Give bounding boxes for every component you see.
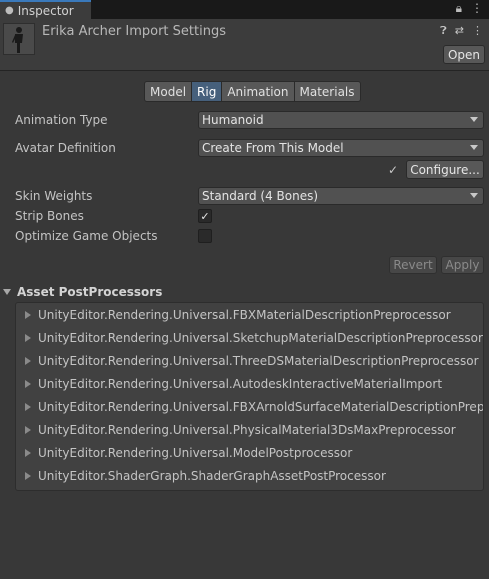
asset-postprocessors-foldout[interactable]: Asset PostProcessors xyxy=(3,285,162,299)
strip-bones-label: Strip Bones xyxy=(15,209,84,223)
list-item-label: UnityEditor.Rendering.Universal.ThreeDSM… xyxy=(38,354,479,368)
list-item[interactable]: UnityEditor.Rendering.Universal.ModelPos… xyxy=(25,443,352,463)
kebab-menu-icon[interactable]: ⋮ xyxy=(471,1,483,16)
skin-weights-label: Skin Weights xyxy=(15,189,93,203)
help-icon[interactable]: ❓︎ xyxy=(440,24,447,38)
foldout-collapsed-icon xyxy=(25,357,31,365)
list-item[interactable]: UnityEditor.Rendering.Universal.Autodesk… xyxy=(25,374,442,394)
avatar-definition-dropdown[interactable]: Create From This Model xyxy=(198,139,484,157)
lock-icon[interactable]: 🔒︎ xyxy=(456,1,462,16)
skin-weights-value: Standard (4 Bones) xyxy=(202,189,319,203)
info-icon: ● xyxy=(5,5,14,16)
list-item-label: UnityEditor.Rendering.Universal.FBXMater… xyxy=(38,308,451,322)
humanoid-figure-icon xyxy=(12,27,23,53)
avatar-definition-label: Avatar Definition xyxy=(15,141,116,155)
configure-button[interactable]: Configure... xyxy=(406,160,484,179)
list-item[interactable]: UnityEditor.Rendering.Universal.Sketchup… xyxy=(25,328,483,348)
checkmark-icon: ✓ xyxy=(200,209,210,223)
model-thumbnail xyxy=(3,23,35,55)
inspector-tab[interactable]: ● Inspector xyxy=(0,0,91,19)
import-settings-tabs: Model Rig Animation Materials xyxy=(144,81,361,102)
animation-type-label: Animation Type xyxy=(15,113,108,127)
chevron-down-icon xyxy=(470,145,478,150)
list-item[interactable]: UnityEditor.ShaderGraph.ShaderGraphAsset… xyxy=(25,466,386,486)
foldout-collapsed-icon xyxy=(25,472,31,480)
foldout-collapsed-icon xyxy=(25,449,31,457)
kebab-menu-icon[interactable]: ⋮ xyxy=(472,24,483,38)
optimize-game-objects-checkbox[interactable] xyxy=(198,229,212,243)
list-item-label: UnityEditor.ShaderGraph.ShaderGraphAsset… xyxy=(38,469,386,483)
foldout-collapsed-icon xyxy=(25,403,31,411)
inspector-tab-label: Inspector xyxy=(17,3,74,18)
preset-icon[interactable]: ⇄ xyxy=(455,24,464,38)
list-item[interactable]: UnityEditor.Rendering.Universal.FBXMater… xyxy=(25,305,451,325)
optimize-game-objects-label: Optimize Game Objects xyxy=(15,229,158,243)
animation-type-value: Humanoid xyxy=(202,113,264,127)
apply-button[interactable]: Apply xyxy=(441,256,484,274)
inspector-header: Erika Archer Import Settings ❓︎ ⇄ ⋮ Open xyxy=(0,19,489,71)
list-item-label: UnityEditor.Rendering.Universal.Autodesk… xyxy=(38,377,443,391)
avatar-valid-check-icon: ✓ xyxy=(388,163,399,177)
chevron-down-icon xyxy=(470,117,478,122)
skin-weights-dropdown[interactable]: Standard (4 Bones) xyxy=(198,187,484,205)
asset-postprocessors-title: Asset PostProcessors xyxy=(17,285,163,299)
page-title: Erika Archer Import Settings xyxy=(42,24,226,39)
foldout-collapsed-icon xyxy=(25,426,31,434)
chevron-down-icon xyxy=(470,193,478,198)
window-tab-bar: ● Inspector 🔒︎ ⋮ xyxy=(0,0,489,19)
foldout-expanded-icon xyxy=(3,289,11,295)
open-button[interactable]: Open xyxy=(443,45,485,64)
tab-animation[interactable]: Animation xyxy=(222,81,295,102)
list-item[interactable]: UnityEditor.Rendering.Universal.Physical… xyxy=(25,420,456,440)
list-item[interactable]: UnityEditor.Rendering.Universal.ThreeDSM… xyxy=(25,351,479,371)
list-item[interactable]: UnityEditor.Rendering.Universal.FBXArnol… xyxy=(25,397,484,417)
foldout-collapsed-icon xyxy=(25,334,31,342)
tab-rig[interactable]: Rig xyxy=(192,81,223,102)
foldout-collapsed-icon xyxy=(25,380,31,388)
list-item-label: UnityEditor.Rendering.Universal.Sketchup… xyxy=(38,331,483,345)
animation-type-dropdown[interactable]: Humanoid xyxy=(198,111,484,129)
strip-bones-checkbox[interactable]: ✓ xyxy=(198,209,212,223)
list-item-label: UnityEditor.Rendering.Universal.Physical… xyxy=(38,423,456,437)
foldout-collapsed-icon xyxy=(25,311,31,319)
tab-materials[interactable]: Materials xyxy=(294,81,361,102)
revert-button[interactable]: Revert xyxy=(389,256,437,274)
avatar-definition-value: Create From This Model xyxy=(202,141,344,155)
postprocessor-list: UnityEditor.Rendering.Universal.FBXMater… xyxy=(15,302,484,491)
list-item-label: UnityEditor.Rendering.Universal.ModelPos… xyxy=(38,446,353,460)
tab-model[interactable]: Model xyxy=(144,81,193,102)
list-item-label: UnityEditor.Rendering.Universal.FBXArnol… xyxy=(38,400,484,414)
